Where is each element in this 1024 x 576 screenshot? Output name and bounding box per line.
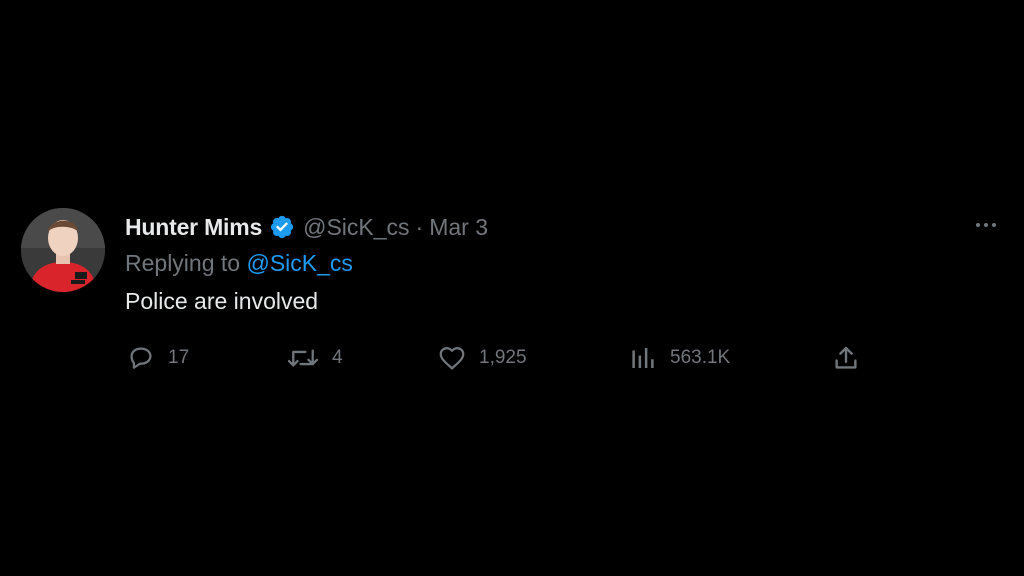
replying-to-handle-link[interactable]: @SicK_cs — [246, 250, 352, 276]
bar-chart-icon — [628, 343, 658, 373]
user-handle[interactable]: @SicK_cs — [303, 214, 409, 241]
tweet-date[interactable]: Mar 3 — [429, 214, 488, 241]
retweet-button[interactable]: 4 — [286, 340, 343, 376]
share-upload-icon — [831, 343, 861, 373]
tweet-header: Hunter Mims @SicK_cs · Mar 3 — [125, 210, 488, 244]
display-name[interactable]: Hunter Mims — [125, 214, 262, 241]
heart-icon — [437, 343, 467, 373]
tweet-text: Police are involved — [125, 288, 319, 314]
header-separator: · — [415, 213, 424, 240]
reply-bubble-icon — [126, 343, 156, 373]
more-horizontal-icon[interactable] — [968, 212, 1004, 238]
like-count: 1,925 — [479, 347, 527, 368]
retweet-icon — [286, 343, 320, 373]
reply-count: 17 — [168, 347, 190, 368]
share-button[interactable] — [831, 340, 861, 376]
replying-to-line: Replying to @SicK_cs — [125, 250, 353, 277]
verified-badge-icon — [269, 214, 295, 240]
tweet-card[interactable]: Hunter Mims @SicK_cs · Mar 3 Replying to… — [0, 0, 1024, 576]
retweet-count: 4 — [332, 347, 343, 368]
views-button[interactable]: 563.1K — [628, 340, 730, 376]
views-count: 563.1K — [670, 347, 731, 368]
avatar[interactable] — [21, 208, 105, 292]
avatar-image — [21, 208, 105, 292]
reply-button[interactable]: 17 — [126, 340, 189, 376]
like-button[interactable]: 1,925 — [437, 340, 527, 376]
tweet-actions-bar: 17 4 1,925 563.1K — [0, 340, 1024, 376]
replying-to-label: Replying to — [125, 250, 241, 276]
